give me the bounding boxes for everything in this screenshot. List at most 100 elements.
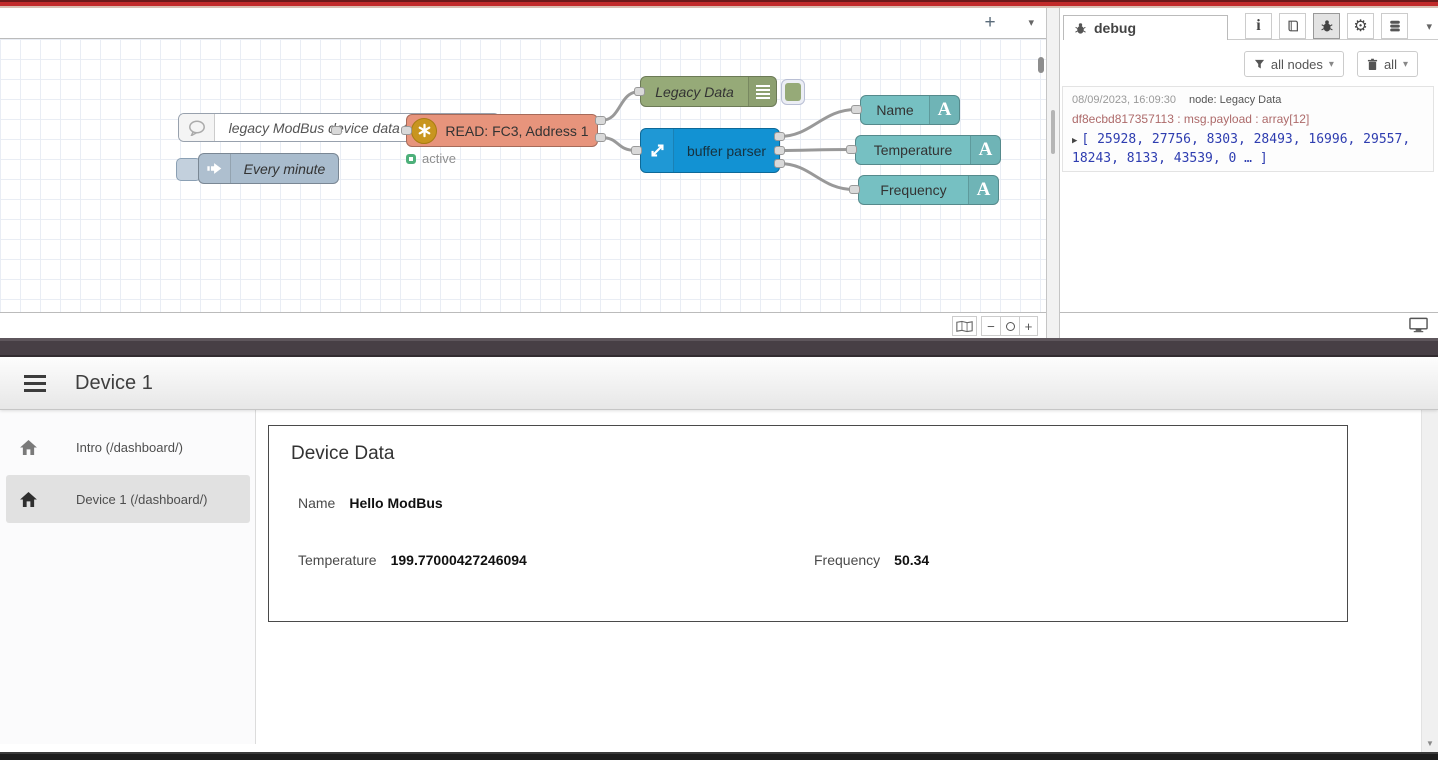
frequency-input-port[interactable] <box>849 185 860 194</box>
dashboard-nav: Intro (/dashboard/) Device 1 (/dashboard… <box>0 410 256 744</box>
field-name-value: Hello ModBus <box>349 495 442 511</box>
text-node-label: Name <box>861 102 929 118</box>
trash-icon <box>1367 58 1378 71</box>
filter-funnel-icon <box>1254 59 1265 70</box>
expand-arrows-icon <box>641 129 674 172</box>
expand-payload-caret[interactable]: ▶ <box>1072 136 1077 146</box>
database-icon <box>1388 19 1402 33</box>
text-node-label: Temperature <box>856 142 970 158</box>
inject-arrow-icon <box>199 154 231 183</box>
clear-messages-button[interactable]: all ▾ <box>1357 51 1418 77</box>
ui-text-node-name[interactable]: Name A <box>860 95 960 125</box>
ui-text-node-temperature[interactable]: Temperature A <box>855 135 1001 165</box>
field-name-label: Name <box>298 495 335 511</box>
sidebar-footer <box>1060 312 1438 338</box>
debug-message: 08/09/2023, 16:09:30 node: Legacy Data d… <box>1062 86 1434 172</box>
legacy-data-debug-node[interactable]: Legacy Data <box>640 76 777 107</box>
inject-node[interactable]: Every minute <box>198 153 339 184</box>
zoom-out-button[interactable]: − <box>981 316 1000 336</box>
message-meta: df8ecbd817357113 : msg.payload : array[1… <box>1072 112 1424 126</box>
parser-input-port[interactable] <box>631 146 642 155</box>
modbus-status: active <box>406 151 456 166</box>
buffer-parser-node[interactable]: buffer parser <box>640 128 780 173</box>
message-payload: ▶[ 25928, 27756, 8303, 28493, 16996, 295… <box>1072 131 1424 167</box>
comment-bubble-icon <box>179 114 215 141</box>
panel-splitter[interactable] <box>1046 8 1060 338</box>
message-node-name: node: Legacy Data <box>1189 94 1281 106</box>
debug-list-icon <box>748 77 776 106</box>
flow-list-dropdown[interactable]: ▾ <box>1028 16 1034 29</box>
home-icon <box>20 440 38 455</box>
workspace-tabbar: + ▾ <box>0 8 1046 39</box>
gear-icon: ⚙ <box>1353 16 1367 36</box>
screen: + ▾ legacy ModBus device dat <box>0 0 1438 760</box>
modbus-label: READ: FC3, Address 1 <box>437 123 597 139</box>
zoom-in-button[interactable]: + <box>1019 316 1038 336</box>
field-frequency: Frequency50.34 <box>814 552 929 568</box>
nodered-header-strip <box>0 0 1438 8</box>
zoom-reset-button[interactable] <box>1000 316 1019 336</box>
dashboard-scrollbar[interactable]: ▲ ▼ <box>1421 357 1438 752</box>
field-temperature-label: Temperature <box>298 552 377 568</box>
status-text: active <box>422 151 456 166</box>
nav-item-label: Device 1 (/dashboard/) <box>76 492 208 507</box>
message-timestamp: 08/09/2023, 16:09:30 <box>1072 94 1176 106</box>
status-dot-icon <box>406 154 416 164</box>
dashboard-header: Device 1 <box>0 357 1438 410</box>
home-icon <box>20 492 38 507</box>
modbus-read-node[interactable]: READ: FC3, Address 1 <box>406 114 598 147</box>
splitter-handle-icon <box>1051 110 1055 154</box>
add-flow-button[interactable]: + <box>978 11 1002 35</box>
nav-item-label: Intro (/dashboard/) <box>76 440 183 455</box>
parser-output-port-3[interactable] <box>774 159 785 168</box>
book-icon <box>1286 19 1300 33</box>
text-a-icon: A <box>968 176 998 204</box>
menu-toggle-button[interactable] <box>24 375 46 396</box>
field-frequency-label: Frequency <box>814 552 880 568</box>
debug-input-port[interactable] <box>634 87 645 96</box>
debug-toggle-button[interactable] <box>781 79 805 105</box>
info-icon: i <box>1256 17 1260 35</box>
clear-label: all <box>1384 57 1397 72</box>
text-a-icon: A <box>970 136 1000 164</box>
sidebar-options-dropdown[interactable]: ▾ <box>1426 20 1432 33</box>
debug-sidebar: debug i ⚙ ▾ all nodes <box>1060 8 1438 338</box>
inject-label: Every minute <box>231 161 338 177</box>
text-node-label: Frequency <box>859 182 968 198</box>
info-panel-button[interactable]: i <box>1245 13 1272 39</box>
flow-editor: + ▾ legacy ModBus device dat <box>0 8 1438 338</box>
inject-output-port[interactable] <box>331 126 342 135</box>
nav-item-intro[interactable]: Intro (/dashboard/) <box>6 423 250 471</box>
parser-output-port-1[interactable] <box>774 132 785 141</box>
tab-debug[interactable]: debug <box>1063 15 1228 40</box>
device-data-card: Device Data Name Hello ModBus Temperature… <box>268 425 1348 622</box>
tab-debug-label: debug <box>1094 20 1136 36</box>
card-title: Device Data <box>291 443 395 465</box>
help-panel-button[interactable] <box>1279 13 1306 39</box>
temperature-input-port[interactable] <box>846 145 857 154</box>
name-input-port[interactable] <box>851 105 862 114</box>
navigator-map-button[interactable] <box>952 316 977 336</box>
zoom-reset-icon <box>1006 322 1015 331</box>
bug-icon <box>1320 19 1334 33</box>
flow-canvas[interactable]: legacy ModBus device data to dashboard E… <box>0 39 1046 312</box>
field-temperature: Temperature199.77000427246094 <box>298 552 527 568</box>
filter-label: all nodes <box>1271 57 1323 72</box>
dashboard-main: Device Data Name Hello ModBus Temperature… <box>256 410 1421 744</box>
open-dashboard-button[interactable] <box>1409 317 1428 333</box>
nav-item-device-1[interactable]: Device 1 (/dashboard/) <box>6 475 250 523</box>
field-name: Name Hello ModBus <box>298 495 443 511</box>
debug-panel-button[interactable] <box>1313 13 1340 39</box>
context-data-button[interactable] <box>1381 13 1408 39</box>
modbus-output-port-1[interactable] <box>595 116 606 125</box>
dashboard-title: Device 1 <box>75 372 153 395</box>
ui-text-node-frequency[interactable]: Frequency A <box>858 175 999 205</box>
scroll-down-icon[interactable]: ▼ <box>1426 739 1434 748</box>
modbus-input-port[interactable] <box>401 126 412 135</box>
canvas-vertical-scrollbar[interactable] <box>1038 57 1044 73</box>
text-a-icon: A <box>929 96 959 124</box>
parser-output-port-2[interactable] <box>774 146 785 155</box>
modbus-output-port-2[interactable] <box>595 133 606 142</box>
config-nodes-button[interactable]: ⚙ <box>1347 13 1374 39</box>
filter-nodes-button[interactable]: all nodes ▾ <box>1244 51 1344 77</box>
